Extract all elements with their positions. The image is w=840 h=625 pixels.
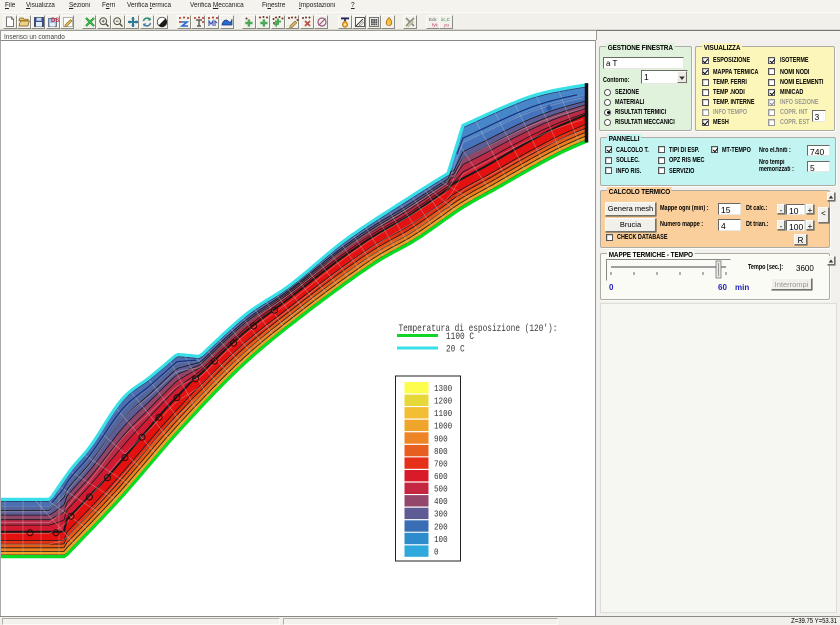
svg-text:1200: 1200 [434, 396, 452, 407]
svg-text:700: 700 [434, 459, 448, 470]
svg-text:DS: DS [51, 18, 59, 24]
svg-text:1300: 1300 [434, 383, 452, 394]
svg-text:1000: 1000 [434, 421, 452, 432]
svg-text:200: 200 [434, 522, 448, 533]
svg-text:0: 0 [434, 547, 439, 558]
svg-text:600: 600 [434, 471, 448, 482]
svg-text:λc,C: λc,C [441, 17, 451, 22]
svg-text:800: 800 [434, 446, 448, 457]
svg-text:500: 500 [434, 484, 448, 495]
svg-text:400: 400 [434, 496, 448, 507]
svg-text:1100: 1100 [434, 408, 452, 419]
svg-text:20 C: 20 C [446, 344, 465, 355]
svg-text:ρu: ρu [444, 23, 450, 28]
svg-text:1100 C: 1100 C [446, 331, 474, 342]
svg-text:Eck: Eck [429, 17, 437, 22]
svg-text:100: 100 [434, 534, 448, 545]
svg-text:Temperatura di esposizione (12: Temperatura di esposizione (120'): [398, 323, 557, 334]
svg-text:900: 900 [434, 434, 448, 445]
svg-text:300: 300 [434, 509, 448, 520]
svg-text:fyk: fyk [432, 23, 439, 28]
